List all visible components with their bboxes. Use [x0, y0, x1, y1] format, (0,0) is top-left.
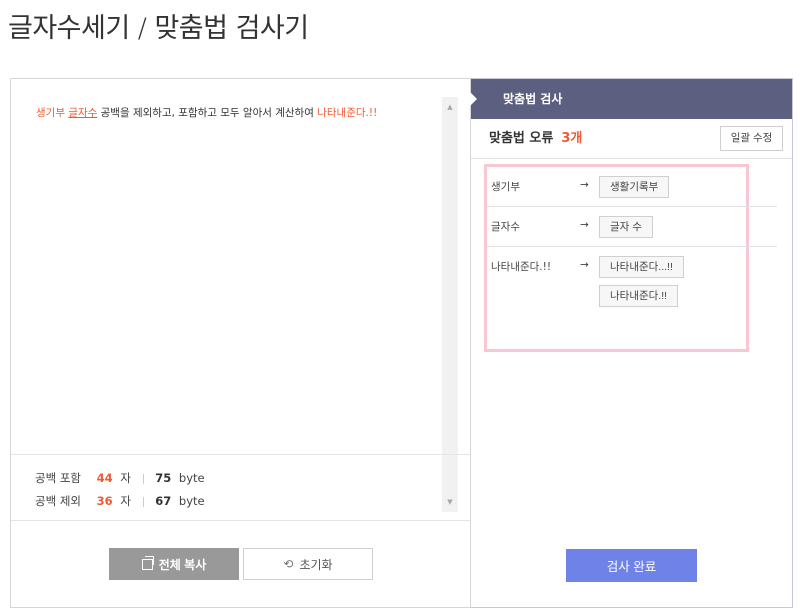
char-count: 44 [96, 471, 113, 485]
spell-check-panel: 맞춤법 검사 맞춤법 오류 3개 일괄 수정 생기부 → 생활기록부글자수 → 글자 수나… [470, 78, 793, 608]
fix-all-button[interactable]: 일괄 수정 [720, 126, 783, 151]
suggestion-button[interactable]: 생활기록부 [599, 176, 670, 198]
character-stats: 공백 포함 44 자 75 byte 공백 제외 36 자 67 byte [11, 454, 470, 520]
char-unit: 자 [120, 471, 131, 485]
editor-text: 공백을 제외하고, 포함하고 모두 알아서 계산하여 [97, 107, 318, 119]
divider [142, 473, 144, 484]
spell-check-header: 맞춤법 검사 [470, 79, 792, 119]
error-label: 맞춤법 오류 [489, 131, 554, 146]
spelling-error-text: 나타내준다.!! [317, 107, 378, 119]
error-list: 생기부 → 생활기록부 글자수 → 글자 수 나타내준다.!! → 나타내준다...!! 나타내준… [484, 164, 777, 352]
reset-icon: ⟲ [283, 557, 294, 571]
text-editor[interactable]: 생기부 글자수 공백을 제외하고, 포함하고 모두 알아서 계산하여 나타내준다… [11, 79, 470, 454]
spelling-error-text: 생기부 [36, 107, 65, 119]
byte-unit: byte [178, 471, 205, 485]
spell-check-title: 맞춤법 검사 [503, 92, 563, 106]
copy-all-button[interactable]: 전체 복사 [109, 548, 239, 580]
error-item: 나타내준다.!! → 나타내준다...!! 나타내준다.!! [487, 247, 777, 347]
page-title: 글자수세기 / 맞춤법 검사기 [8, 13, 309, 44]
spelling-error-text: 글자수 [68, 107, 98, 119]
error-item: 글자수 → 글자 수 [487, 207, 777, 247]
check-done-button[interactable]: 검사 완료 [566, 549, 697, 582]
error-word: 글자수 [491, 221, 520, 233]
arrow-icon: → [580, 179, 589, 191]
char-count: 36 [96, 494, 113, 508]
suggestion-button[interactable]: 나타내준다...!! [599, 256, 684, 278]
editor-footer: 전체 복사 ⟲ 초기화 [11, 520, 470, 607]
scroll-up-icon[interactable]: ▲ [442, 99, 458, 115]
error-item: 생기부 → 생활기록부 [487, 167, 777, 207]
byte-unit: byte [178, 494, 205, 508]
arrow-icon: → [580, 259, 589, 271]
editor-scrollbar[interactable]: ▲ ▼ [442, 97, 458, 512]
char-unit: 자 [120, 494, 131, 508]
copy-icon [141, 555, 154, 570]
copy-all-label: 전체 복사 [158, 557, 207, 572]
reset-label: 초기화 [299, 557, 333, 572]
stat-without-space: 공백 제외 36 자 67 byte [35, 490, 470, 513]
stat-with-space: 공백 포함 44 자 75 byte [35, 467, 470, 490]
error-word: 생기부 [491, 181, 520, 193]
byte-count: 75 [155, 471, 172, 485]
arrow-icon: → [580, 219, 589, 231]
suggestion-button[interactable]: 글자 수 [599, 216, 653, 238]
error-summary: 맞춤법 오류 3개 일괄 수정 [471, 119, 792, 159]
suggestion-button[interactable]: 나타내준다.!! [599, 285, 679, 307]
error-count: 3개 [561, 131, 583, 146]
tab-pointer-icon [470, 92, 477, 106]
divider [142, 496, 144, 507]
byte-count: 67 [155, 494, 172, 508]
error-word: 나타내준다.!! [491, 261, 552, 273]
stat-label: 공백 제외 [35, 494, 81, 508]
reset-button[interactable]: ⟲ 초기화 [243, 548, 373, 580]
editor-panel: 생기부 글자수 공백을 제외하고, 포함하고 모두 알아서 계산하여 나타내준다… [10, 78, 471, 608]
stat-label: 공백 포함 [35, 471, 81, 485]
